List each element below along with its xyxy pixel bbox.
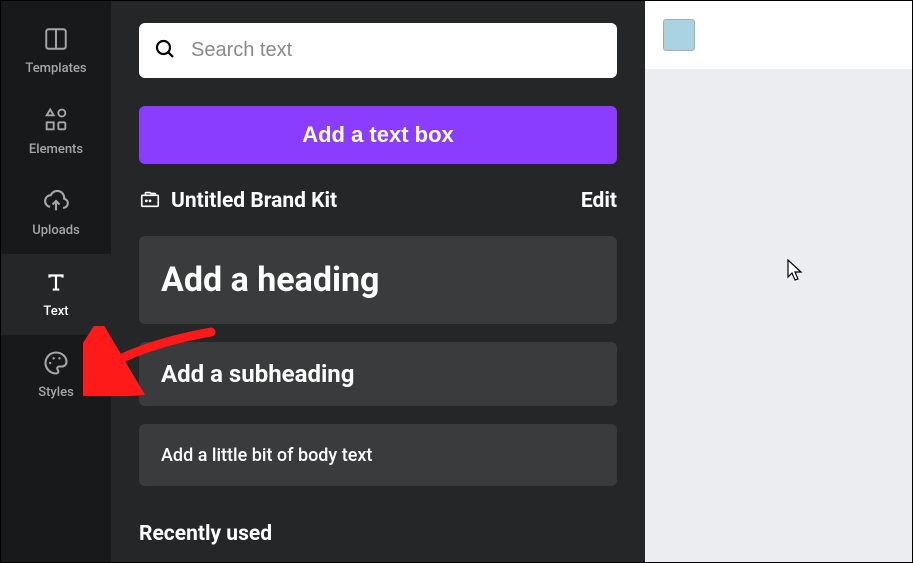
sidebar: Templates Elements Uploads Text (1, 1, 111, 562)
edit-brand-kit-link[interactable]: Edit (581, 189, 617, 213)
text-panel: Add a text box Untitled Brand Kit Edit A… (111, 1, 645, 562)
color-swatch[interactable] (663, 19, 695, 51)
cursor-icon (787, 259, 805, 281)
canvas[interactable] (645, 69, 912, 562)
add-body-text-card[interactable]: Add a little bit of body text (139, 424, 617, 486)
sidebar-item-label: Text (43, 304, 68, 319)
sidebar-item-label: Elements (29, 142, 83, 157)
sidebar-item-label: Templates (25, 61, 86, 76)
card-label: Add a heading (161, 260, 379, 300)
text-icon (42, 268, 70, 296)
brand-kit-icon (139, 188, 161, 214)
card-label: Add a subheading (161, 360, 354, 388)
styles-icon (42, 349, 70, 377)
sidebar-item-styles[interactable]: Styles (1, 335, 111, 416)
add-subheading-card[interactable]: Add a subheading (139, 342, 617, 406)
brand-kit-row: Untitled Brand Kit Edit (139, 188, 617, 214)
add-text-box-button[interactable]: Add a text box (139, 106, 617, 164)
card-label: Add a little bit of body text (161, 445, 372, 466)
sidebar-item-uploads[interactable]: Uploads (1, 173, 111, 254)
search-icon (153, 37, 177, 65)
sidebar-item-label: Styles (38, 385, 74, 400)
brand-kit-label: Untitled Brand Kit (171, 189, 337, 213)
sidebar-item-label: Uploads (32, 223, 80, 238)
elements-icon (42, 106, 70, 134)
sidebar-item-templates[interactable]: Templates (1, 11, 111, 92)
canvas-area (645, 1, 912, 562)
sidebar-item-elements[interactable]: Elements (1, 92, 111, 173)
recently-used-heading: Recently used (139, 522, 617, 546)
toolbar (645, 1, 912, 69)
search-input[interactable] (191, 39, 603, 62)
uploads-icon (42, 187, 70, 215)
add-heading-card[interactable]: Add a heading (139, 236, 617, 324)
sidebar-item-text[interactable]: Text (1, 254, 111, 335)
search-wrap[interactable] (139, 23, 617, 78)
templates-icon (42, 25, 70, 53)
